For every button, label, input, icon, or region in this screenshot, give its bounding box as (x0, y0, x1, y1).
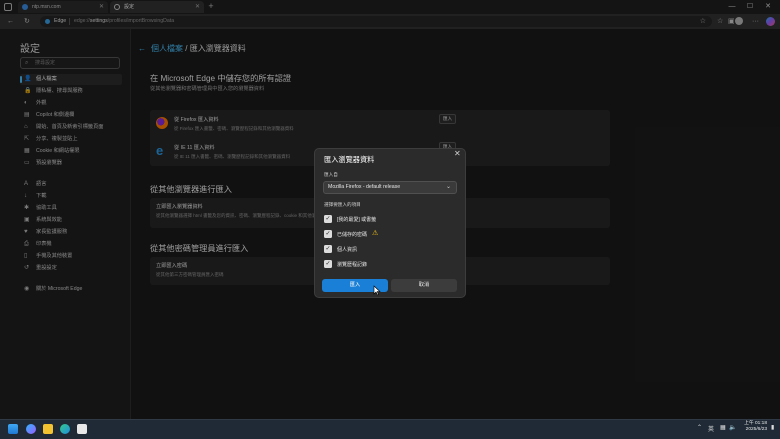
checkbox-history[interactable]: ✓ (324, 260, 332, 268)
checkbox-favorites[interactable]: ✓ (324, 215, 332, 223)
checkbox-passwords[interactable]: ✓ (324, 230, 332, 238)
close-icon[interactable]: ✕ (454, 149, 461, 158)
import-dialog (314, 148, 466, 298)
edge-taskbar-icon[interactable] (60, 424, 70, 434)
import-from-label: 匯入自 (324, 172, 338, 177)
checkbox-personal-info[interactable]: ✓ (324, 245, 332, 253)
import-source-value: Mozilla Firefox - default release (328, 184, 401, 190)
copilot-taskbar-icon[interactable] (26, 424, 36, 434)
checkbox-personal-info-label: 個人資訊 (337, 247, 358, 253)
input-language[interactable]: 英 (708, 424, 714, 433)
checkbox-passwords-label: 已儲存的密碼 (337, 232, 368, 238)
network-icon[interactable]: ▦ (720, 424, 726, 431)
choose-items-label: 選擇要匯入的項目 (324, 202, 361, 207)
warning-icon: ⚠ (372, 230, 379, 237)
taskbar (0, 419, 780, 439)
clock-date: 2025/6/23 (745, 427, 767, 432)
checkbox-history-label: 瀏覽歷程記錄 (337, 262, 368, 268)
notifications-icon[interactable]: ▮ (771, 424, 774, 431)
store-taskbar-icon[interactable] (77, 424, 87, 434)
file-explorer-icon[interactable] (43, 424, 53, 434)
cancel-button[interactable]: 取消 (391, 279, 457, 292)
windows-start-icon[interactable] (8, 424, 18, 434)
tray-overflow-icon[interactable]: ⌃ (697, 424, 702, 431)
import-source-select[interactable]: Mozilla Firefox - default release ⌄ (323, 181, 457, 194)
taskbar-clock[interactable]: 上午 01:18 2025/6/23 (735, 421, 767, 433)
checkbox-favorites-label: [我的最愛] 或書籤 (337, 217, 377, 223)
chevron-down-icon: ⌄ (445, 184, 451, 190)
dialog-title: 匯入瀏覽器資料 (324, 155, 375, 164)
mouse-cursor-icon (373, 285, 381, 296)
